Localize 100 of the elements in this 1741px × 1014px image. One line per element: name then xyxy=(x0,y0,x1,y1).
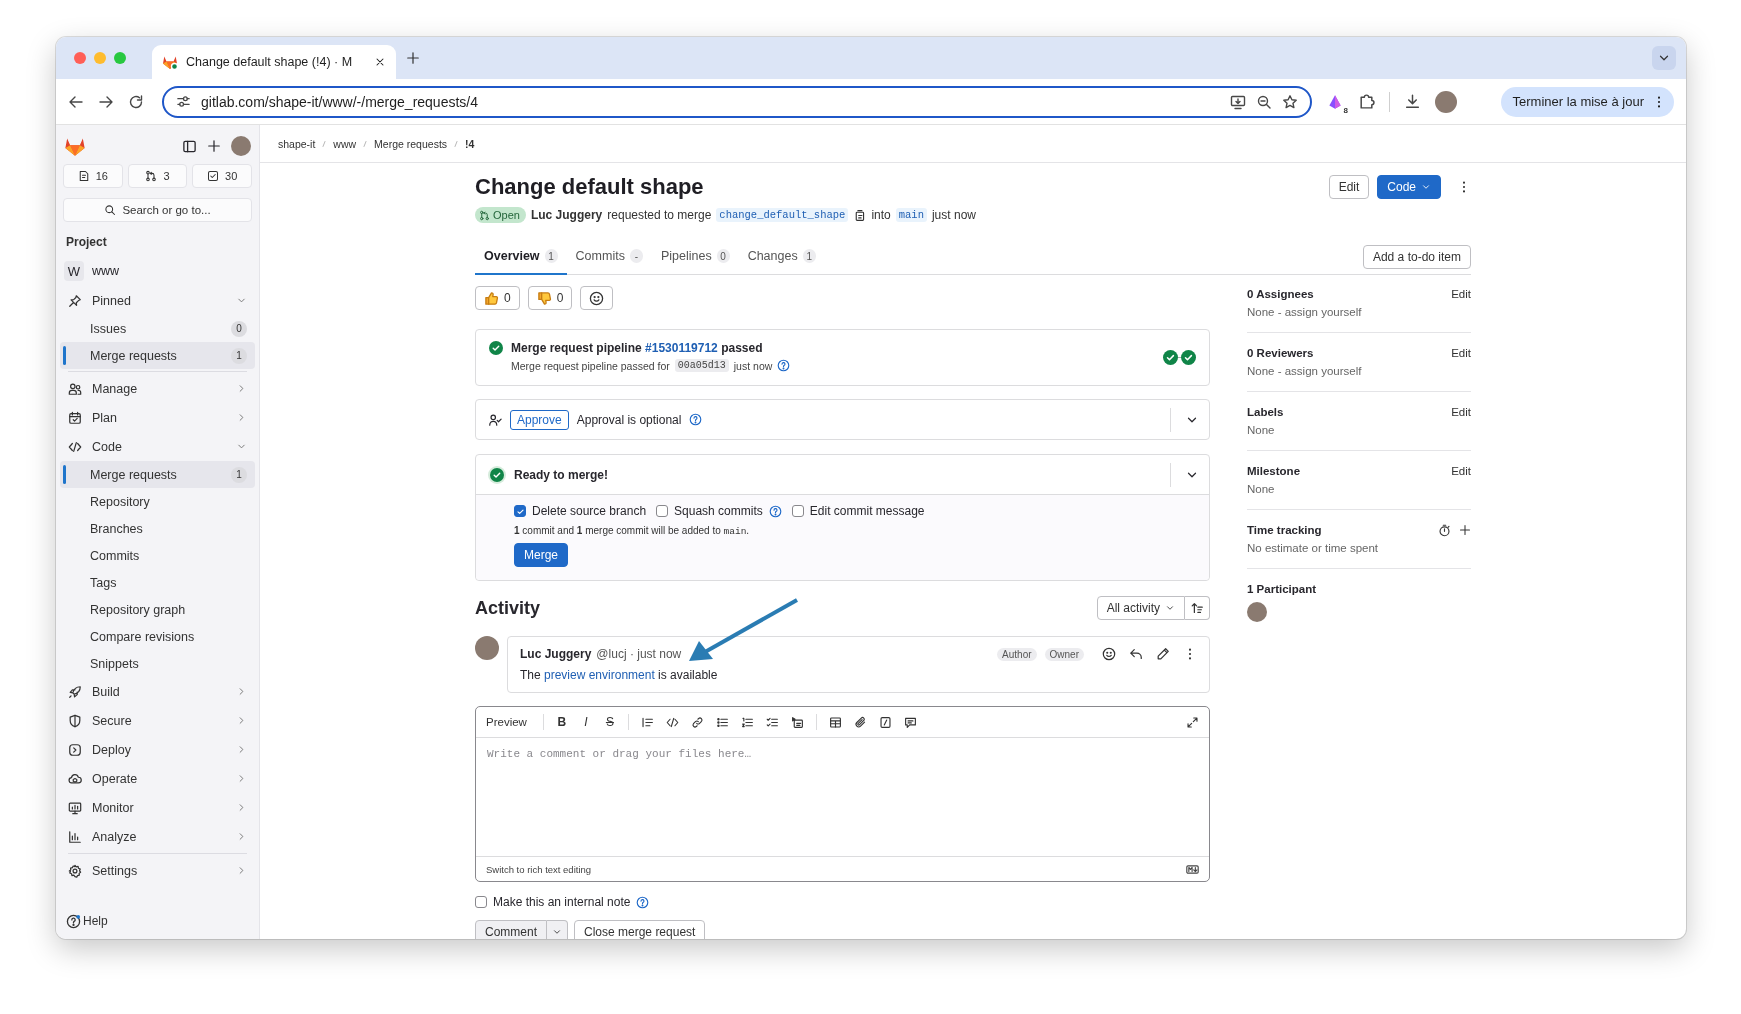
branch-name[interactable]: change_default_shape xyxy=(716,208,849,222)
checkbox-label[interactable]: Make this an internal note xyxy=(493,895,631,909)
plus-icon[interactable] xyxy=(207,139,221,153)
smile-icon[interactable] xyxy=(1102,647,1116,661)
help-icon[interactable] xyxy=(636,895,650,909)
rich-text-toggle[interactable]: Switch to rich text editing xyxy=(486,863,592,875)
edit-link[interactable]: Edit xyxy=(1451,406,1471,418)
comment-editor[interactable]: Preview B I S Write a comment or drag your files here… Switch to rich text editing xyxy=(475,706,1210,882)
sort-button[interactable] xyxy=(1185,596,1210,620)
collapsible-icon[interactable] xyxy=(790,715,804,729)
paperclip-icon[interactable] xyxy=(853,715,867,729)
nav-group[interactable]: Pinned xyxy=(60,286,255,315)
address-bar[interactable]: gitlab.com/shape-it/www/-/merge_requests/4 xyxy=(162,85,1312,118)
install-app-icon[interactable] xyxy=(1230,93,1246,110)
issues-count-button[interactable]: 16 xyxy=(63,164,123,188)
breadcrumb-link[interactable]: Merge requests xyxy=(374,137,448,150)
nav-group[interactable]: Code xyxy=(60,432,255,461)
edit-button[interactable]: Edit xyxy=(1328,175,1370,199)
nav-group[interactable]: Build xyxy=(60,677,255,706)
update-button[interactable]: Terminer la mise à jour xyxy=(1500,86,1674,117)
commit-sha[interactable]: 00a05d13 xyxy=(674,359,729,372)
code-icon[interactable] xyxy=(665,715,679,729)
checkbox[interactable] xyxy=(791,505,804,517)
tab[interactable]: Pipelines 0 xyxy=(651,239,739,275)
comment-link[interactable]: preview environment xyxy=(544,668,655,682)
download-icon[interactable] xyxy=(1404,93,1421,110)
edit-link[interactable]: Edit xyxy=(1451,288,1471,300)
search-button[interactable]: Search or go to... xyxy=(63,198,252,222)
code-button[interactable]: Code xyxy=(1377,175,1441,199)
table-icon[interactable] xyxy=(828,715,842,729)
checkbox-label[interactable]: Squash commits xyxy=(674,504,763,518)
help-link[interactable]: Help xyxy=(66,911,255,931)
nav-item[interactable]: Repository graph xyxy=(60,596,255,623)
help-icon[interactable] xyxy=(777,359,791,372)
nav-item[interactable]: Merge requests 1 xyxy=(60,342,255,369)
checkbox[interactable] xyxy=(656,505,669,517)
merge-requests-count-button[interactable]: 3 xyxy=(127,164,188,188)
comment-icon[interactable] xyxy=(903,715,917,729)
tab[interactable]: Changes 1 xyxy=(738,239,825,275)
nav-item[interactable]: Snippets xyxy=(60,650,255,677)
branch-name[interactable]: main xyxy=(895,208,927,222)
help-icon[interactable] xyxy=(768,504,782,518)
author-name[interactable]: Luc Juggery xyxy=(520,647,592,661)
breadcrumb-link[interactable]: shape-it xyxy=(278,137,316,150)
quote-icon[interactable] xyxy=(640,715,654,729)
format-button[interactable]: S xyxy=(603,715,616,729)
nav-group[interactable]: Settings xyxy=(60,856,255,885)
browser-tab[interactable]: Change default shape (!4) · M xyxy=(152,45,396,79)
breadcrumb-link[interactable]: www xyxy=(333,137,357,150)
nav-group[interactable]: Manage xyxy=(60,374,255,403)
plus-icon[interactable] xyxy=(1459,523,1471,536)
nav-item[interactable]: Issues 0 xyxy=(60,315,255,342)
nav-group[interactable]: Analyze xyxy=(60,822,255,851)
edit-link[interactable]: Edit xyxy=(1451,347,1471,359)
bookmark-star-icon[interactable] xyxy=(1282,93,1298,110)
checkbox-label[interactable]: Edit commit message xyxy=(809,504,925,518)
reload-icon[interactable] xyxy=(128,93,144,110)
format-button[interactable]: I xyxy=(579,715,592,729)
puzzle-icon[interactable] xyxy=(1358,93,1375,110)
tab-search-button[interactable] xyxy=(1652,46,1676,70)
nav-item[interactable]: Repository xyxy=(60,488,255,515)
nav-group[interactable]: Secure xyxy=(60,706,255,735)
approve-button[interactable]: Approve xyxy=(510,409,569,430)
format-button[interactable]: B xyxy=(555,715,568,729)
add-todo-button[interactable]: Add a to-do item xyxy=(1362,244,1471,269)
close-icon[interactable] xyxy=(374,56,386,68)
comment-button[interactable]: Comment xyxy=(475,920,547,939)
nav-group[interactable]: Deploy xyxy=(60,735,255,764)
checkbox-label[interactable]: Delete source branch xyxy=(532,504,647,518)
new-tab-icon[interactable] xyxy=(406,51,420,65)
copy-icon[interactable] xyxy=(853,208,867,222)
reaction-button[interactable]: 0 xyxy=(527,286,573,310)
preview-button[interactable]: Preview xyxy=(482,714,531,730)
breadcrumb-link[interactable]: !4 xyxy=(465,137,475,150)
nav-group[interactable]: Operate xyxy=(60,764,255,793)
help-icon[interactable] xyxy=(689,413,703,426)
checkbox[interactable] xyxy=(514,505,526,517)
nav-group[interactable]: Plan xyxy=(60,403,255,432)
pencil-icon[interactable] xyxy=(1156,647,1170,661)
nav-group[interactable]: Monitor xyxy=(60,793,255,822)
tab[interactable]: Overview 1 xyxy=(475,239,567,275)
close-merge-request-button[interactable]: Close merge request xyxy=(574,920,706,939)
slash-command-icon[interactable] xyxy=(878,715,892,729)
user-avatar[interactable] xyxy=(475,636,499,660)
reply-icon[interactable] xyxy=(1129,647,1143,661)
zoom-icon[interactable] xyxy=(1256,93,1272,110)
numbered-list-icon[interactable] xyxy=(740,715,754,729)
nav-item[interactable]: Commits xyxy=(60,542,255,569)
merge-button[interactable]: Merge xyxy=(514,543,568,567)
reaction-button[interactable]: 0 xyxy=(475,286,520,310)
bulleted-list-icon[interactable] xyxy=(715,715,729,729)
nav-item[interactable]: Merge requests 1 xyxy=(60,461,255,488)
sidebar-toggle-icon[interactable] xyxy=(182,138,197,154)
tab[interactable]: Commits - xyxy=(566,239,652,275)
link-icon[interactable] xyxy=(690,715,704,729)
todos-count-button[interactable]: 30 xyxy=(192,164,252,188)
user-avatar[interactable] xyxy=(231,136,251,156)
nav-item[interactable]: Tags xyxy=(60,569,255,596)
expand-icon[interactable] xyxy=(1186,715,1199,729)
add-reaction-button[interactable] xyxy=(580,286,614,310)
